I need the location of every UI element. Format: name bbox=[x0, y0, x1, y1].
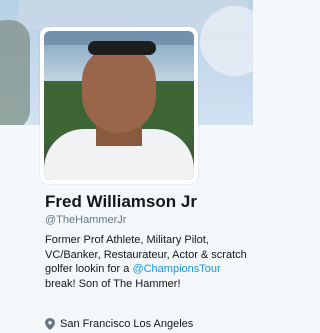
avatar[interactable] bbox=[44, 31, 194, 180]
avatar-head bbox=[82, 47, 156, 133]
avatar-frame[interactable] bbox=[40, 27, 198, 184]
profile-handle[interactable]: @TheHammerJr bbox=[45, 214, 126, 226]
profile-bio: Former Prof Athlete, Military Pilot, VC/… bbox=[45, 233, 250, 291]
banner-shape bbox=[0, 20, 30, 125]
bio-hashtag-link[interactable]: @ChampionsTour bbox=[132, 263, 220, 275]
map-pin-icon bbox=[45, 318, 55, 330]
bio-text-2: break! Son of The Hammer! bbox=[45, 277, 181, 290]
profile-location: San Francisco Los Angeles bbox=[45, 318, 193, 330]
profile-name[interactable]: Fred Williamson Jr bbox=[45, 192, 197, 212]
avatar-sunglasses bbox=[88, 41, 156, 55]
location-text: San Francisco Los Angeles bbox=[60, 318, 194, 330]
